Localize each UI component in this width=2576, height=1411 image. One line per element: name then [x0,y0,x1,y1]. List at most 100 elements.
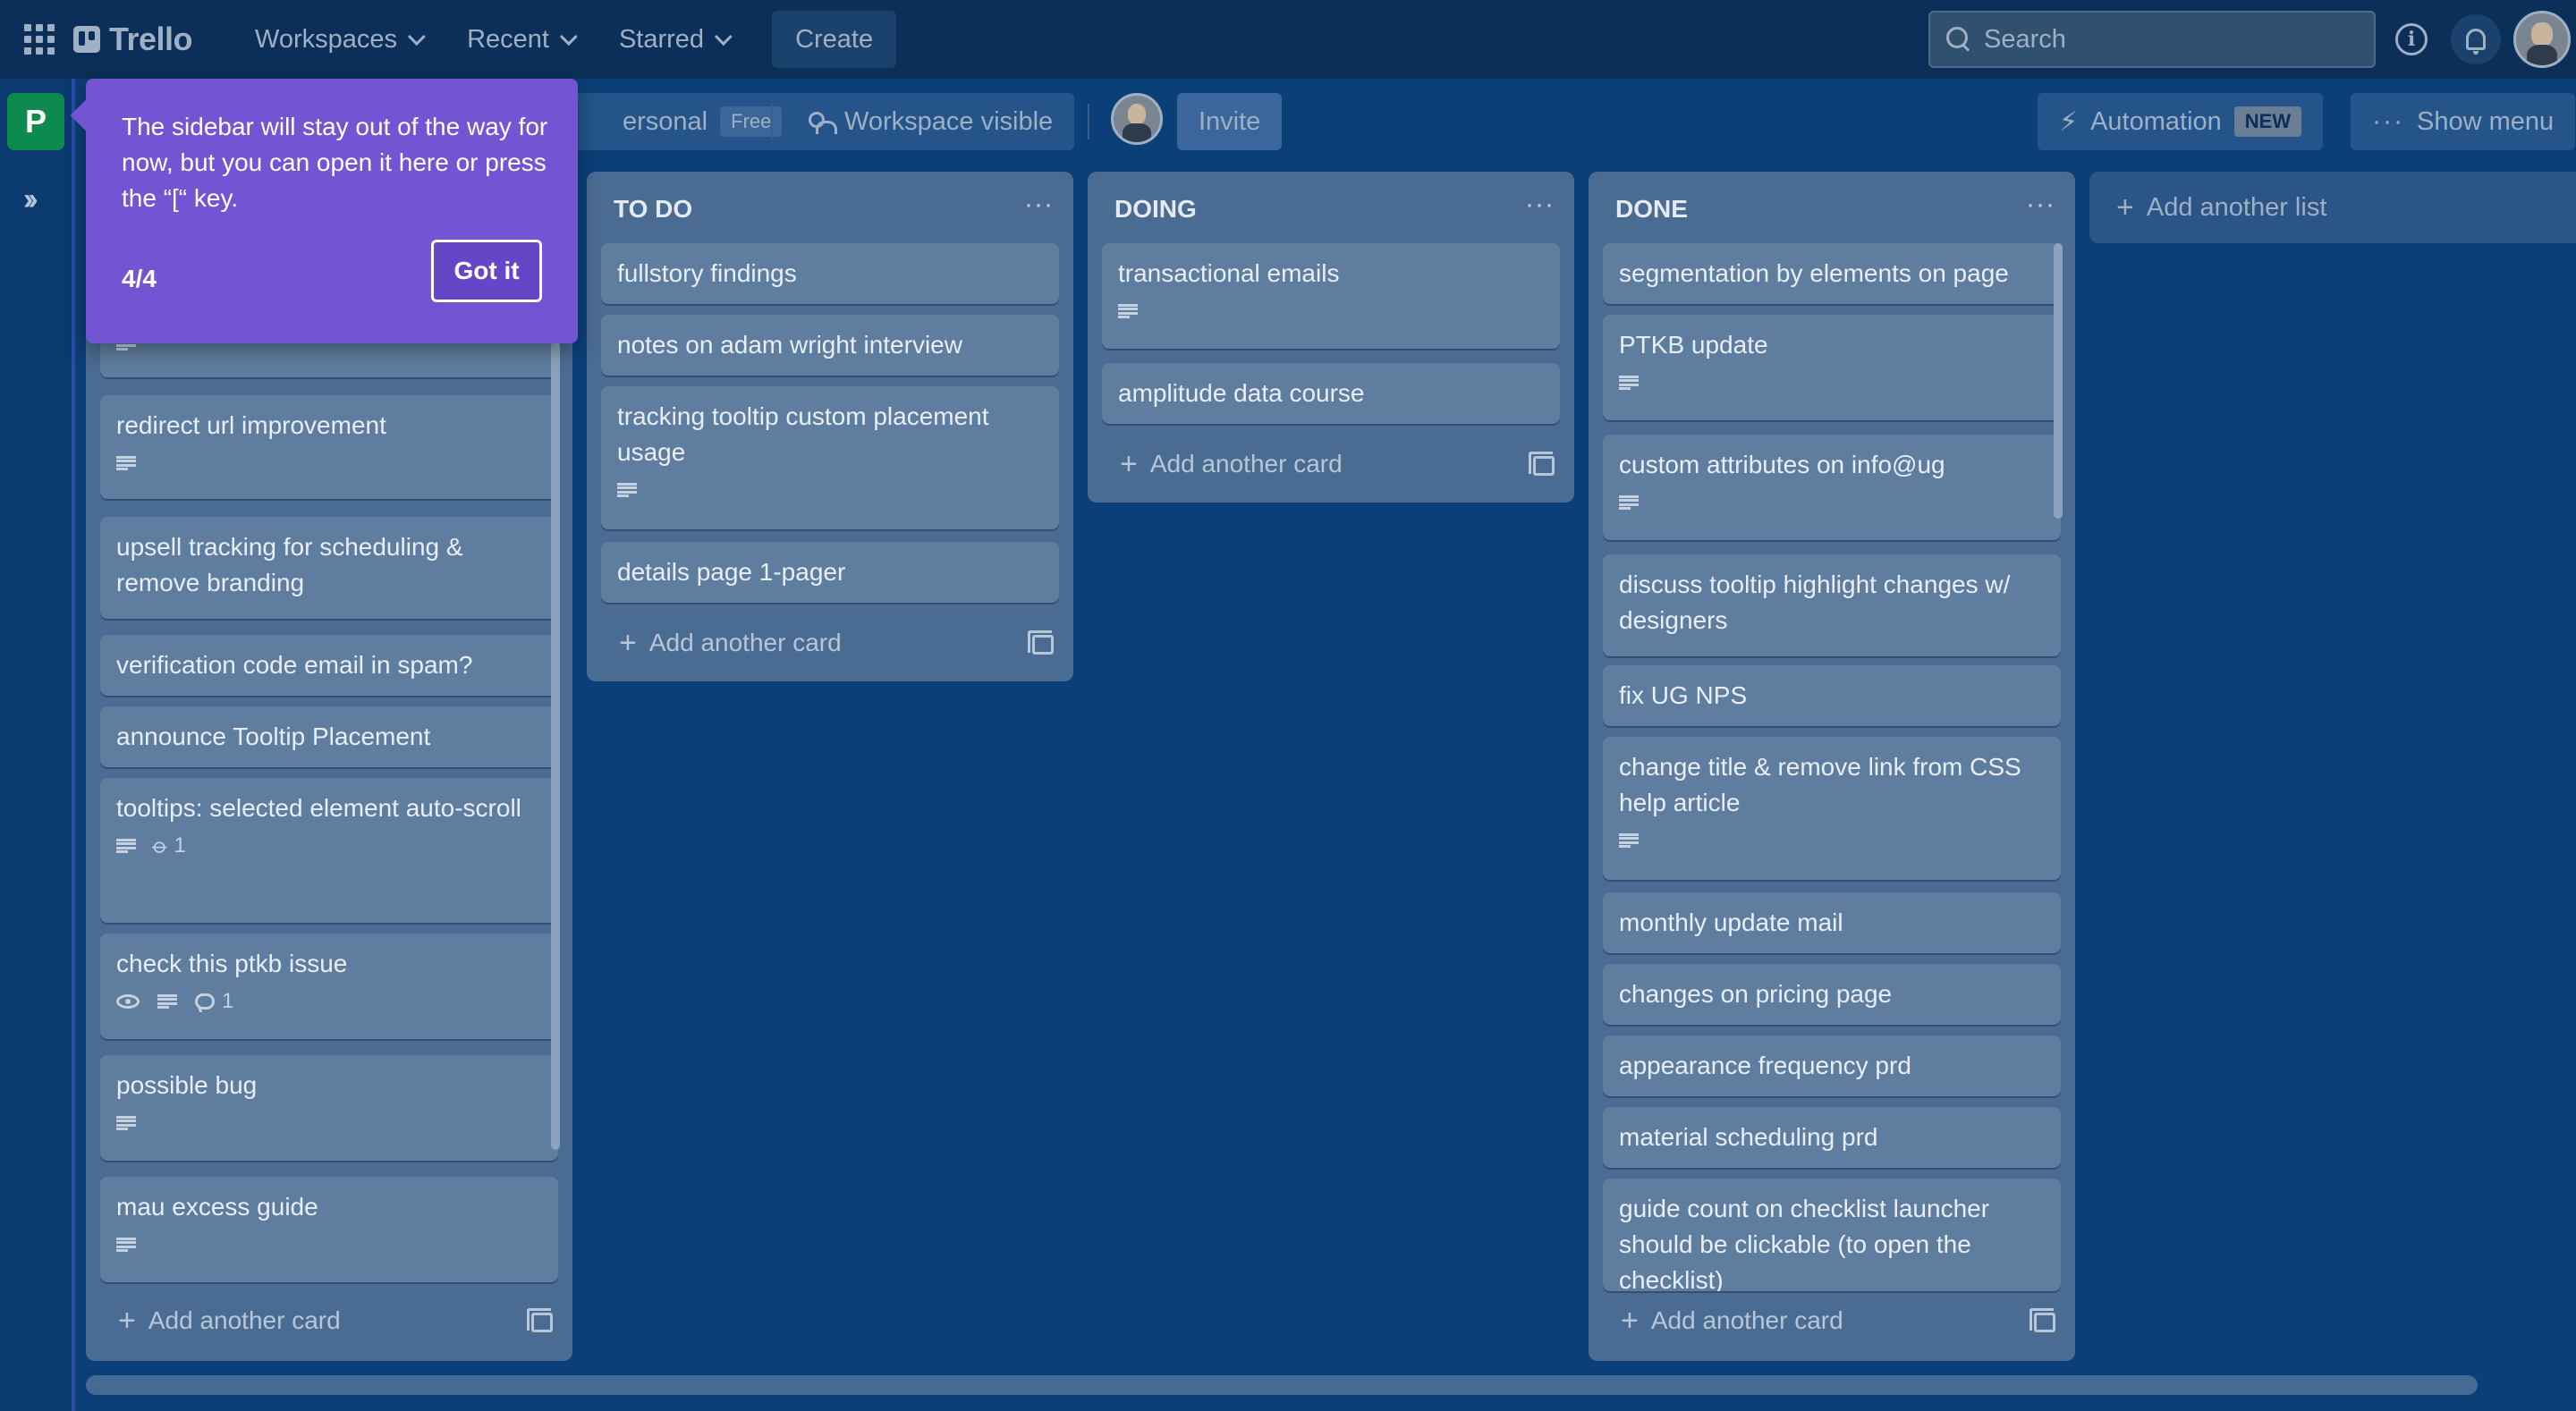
plus-icon: + [2116,190,2134,224]
add-card-label: Add another card [1650,1306,1843,1334]
tooltip-text: The sidebar will stay out of the way for… [122,113,548,212]
tooltip-arrow [70,98,104,132]
plus-icon: + [118,1304,136,1338]
list-item[interactable]: details page 1-pager [601,542,1059,603]
workspace-visible-button[interactable]: Workspace visible [787,93,1075,150]
search-input[interactable]: Search [1928,11,2376,68]
list-item[interactable]: amplitude data course [1102,363,1560,424]
expand-sidebar-icon[interactable]: ›› [23,182,38,217]
automation-button[interactable]: ⚡ Automation NEW [2038,93,2324,150]
list-menu-icon[interactable]: ··· [2026,190,2055,220]
card-title: upsell tracking for scheduling & remove … [116,533,463,596]
info-icon[interactable]: i [2395,23,2428,55]
card-title: change title & remove link from CSS help… [1619,753,2021,816]
list-scrollbar[interactable] [2054,243,2063,519]
card-template-icon[interactable] [1529,452,1555,476]
trello-logo-icon [73,26,100,53]
tooltip-step: 4/4 [122,265,157,292]
list-title[interactable]: TO DO [614,195,692,224]
more-icon: ··· [2372,106,2404,136]
starred-label: Starred [618,24,705,54]
recent-dropdown[interactable]: Recent [447,11,592,68]
list-item[interactable]: appearance frequency prd [1603,1035,2061,1096]
workspace-badge[interactable]: P [7,93,64,150]
workspace-name-button[interactable]: ersonal Free [546,93,804,150]
card-title: check this ptkb issue [116,950,348,977]
list-item[interactable]: changes on pricing page [1603,964,2061,1025]
list-item[interactable]: tracking tooltip custom placement usage [601,386,1059,529]
list-item[interactable]: upsell tracking for scheduling & remove … [100,517,558,619]
list-item[interactable]: check this ptkb issue 1 [100,934,558,1039]
list-item[interactable]: material scheduling prd [1603,1107,2061,1168]
workspaces-dropdown[interactable]: Workspaces [235,11,440,68]
list-item[interactable]: PTKB update [1603,315,2061,420]
description-icon [1619,495,1639,510]
list-done: DONE ··· segmentation by elements on pag… [1589,172,2075,1361]
card-title: notes on adam wright interview [617,331,962,359]
logo-text: Trello [109,21,193,57]
trello-logo[interactable]: Trello [73,21,193,58]
card-title: details page 1-pager [617,558,846,586]
card-template-icon[interactable] [1028,630,1054,655]
card-title: monthly update mail [1619,908,1843,936]
description-icon [116,839,136,853]
card-title: fix UG NPS [1619,681,1748,709]
user-avatar[interactable] [2513,11,2571,68]
invite-label: Invite [1199,106,1261,136]
card-template-icon[interactable] [2029,1308,2055,1332]
list-item[interactable]: notes on adam wright interview [601,315,1059,376]
list-backlog: redirect url improvement upsell tracking… [86,172,572,1361]
list-item[interactable]: announce Tooltip Placement [100,706,558,767]
list-item[interactable]: fix UG NPS [1603,665,2061,726]
show-menu-button[interactable]: ··· Show menu [2351,93,2576,150]
search-placeholder: Search [1984,24,2066,54]
create-button[interactable]: Create [772,11,897,68]
list-item[interactable]: mau excess guide [100,1177,558,1282]
got-it-button[interactable]: Got it [431,240,542,302]
list-item[interactable]: custom attributes on info@ug [1603,435,2061,540]
workspaces-label: Workspaces [255,24,398,54]
card-template-icon[interactable] [527,1308,553,1332]
list-item[interactable]: segmentation by elements on page [1603,243,2061,304]
collapsed-sidebar: P ›› [0,79,75,1411]
list-item[interactable]: verification code email in spam? [100,635,558,696]
board-horizontal-scrollbar[interactable] [86,1375,2478,1395]
workspace-name: ersonal [623,106,708,136]
card-title: changes on pricing page [1619,980,1893,1008]
list-item[interactable]: redirect url improvement [100,395,558,499]
starred-dropdown[interactable]: Starred [599,11,747,68]
list-scrollbar[interactable] [551,342,560,1150]
invite-button[interactable]: Invite [1177,93,1283,150]
list-item[interactable]: transactional emails [1102,243,1560,349]
add-card-button[interactable]: + Add another card [100,1298,341,1343]
list-title[interactable]: DONE [1615,195,1688,224]
apps-grid-icon[interactable] [21,21,57,57]
comment-icon [195,993,215,1010]
description-icon [1619,376,1639,390]
list-title[interactable]: DOING [1114,195,1197,224]
card-title: possible bug [116,1071,258,1099]
list-item[interactable]: fullstory findings [601,243,1059,304]
add-list-button[interactable]: + Add another list [2089,172,2576,243]
list-item[interactable]: change title & remove link from CSS help… [1603,737,2061,880]
new-badge: NEW [2233,106,2302,137]
list-item[interactable]: guide count on checklist launcher should… [1603,1179,2061,1291]
card-title: transactional emails [1118,259,1340,287]
list-item[interactable]: tooltips: selected element auto-scroll ⌀… [100,778,558,923]
card-title: redirect url improvement [116,411,386,439]
member-avatar[interactable] [1111,93,1163,145]
list-menu-icon[interactable]: ··· [1525,190,1555,220]
list-menu-icon[interactable]: ··· [1024,190,1054,220]
card-title: custom attributes on info@ug [1619,451,1945,478]
automation-label: Automation [2090,106,2222,136]
add-card-button[interactable]: + Add another card [601,621,842,665]
notifications-button[interactable] [2451,14,2501,64]
list-item[interactable]: discuss tooltip highlight changes w/ des… [1603,554,2061,656]
list-item[interactable]: monthly update mail [1603,892,2061,953]
card-title: discuss tooltip highlight changes w/ des… [1619,570,2011,634]
list-item[interactable]: possible bug [100,1055,558,1161]
chevron-down-icon [559,28,578,46]
add-card-button[interactable]: + Add another card [1603,1298,1843,1343]
description-icon [116,456,136,470]
add-card-button[interactable]: + Add another card [1102,442,1343,486]
